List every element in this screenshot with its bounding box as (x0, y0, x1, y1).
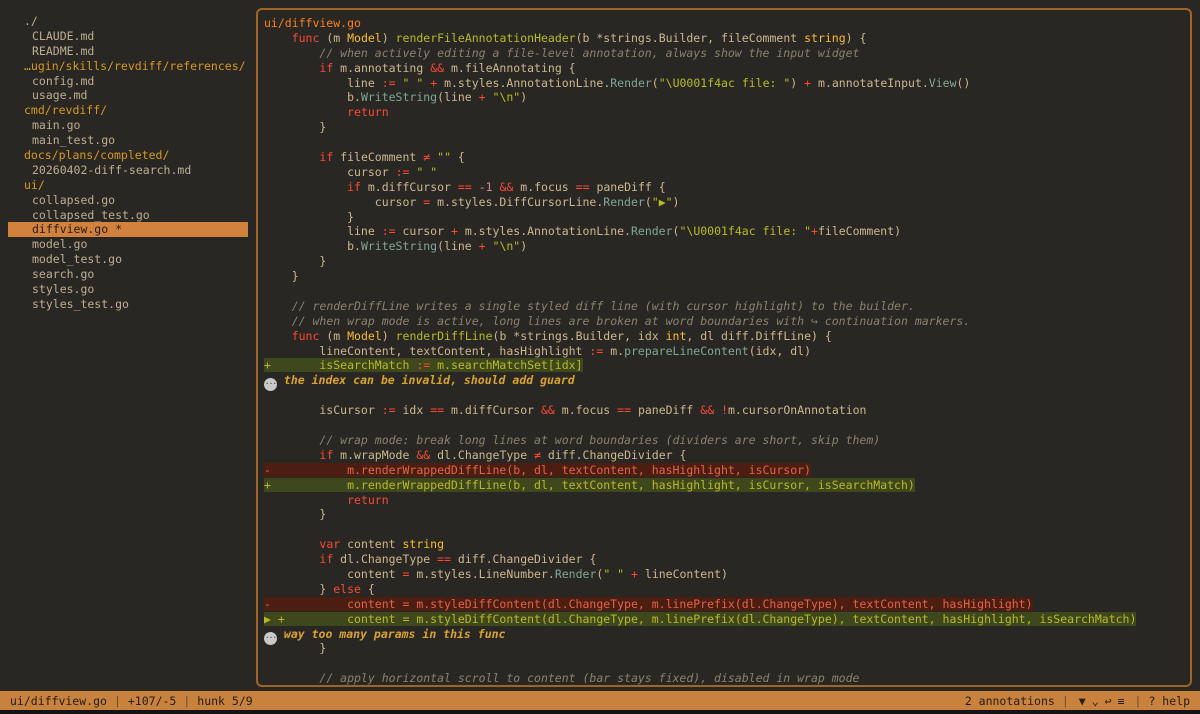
file-tree-item[interactable]: ./ (8, 14, 248, 29)
main-area: ./CLAUDE.mdREADME.md…ugin/skills/revdiff… (0, 0, 1200, 691)
annotation-text: the index can be invalid, should add gua… (277, 373, 575, 387)
code-line-blank (264, 135, 1186, 150)
code-line-blank (264, 656, 1186, 671)
status-annotation-count: 2 annotations (965, 694, 1055, 708)
status-right: 2 annotations | ▼ ⌄ ↩ ≡ | ? help (965, 694, 1190, 708)
file-tree-item[interactable]: collapsed.go (8, 193, 248, 208)
code-line: cursor = m.styles.DiffCursorLine.Render(… (264, 195, 1186, 210)
code-line: cursor := " " (264, 165, 1186, 180)
code-line: var content string (264, 537, 1186, 552)
added-line-highlight: + m.renderWrappedDiffLine(b, dl, textCon… (264, 478, 915, 492)
status-separator: | (1135, 694, 1142, 708)
code-line: return (264, 493, 1186, 508)
code-line: if fileComment ≠ "" { (264, 150, 1186, 165)
file-tree-item[interactable]: collapsed_test.go (8, 208, 248, 223)
status-left: ui/diffview.go | +107/-5 | hunk 5/9 (10, 694, 253, 708)
file-tree-item[interactable]: search.go (8, 267, 248, 282)
annotation-text: way too many params in this func (277, 627, 505, 641)
status-separator: | (1062, 694, 1069, 708)
code-view: ui/diffview.go func (m Model) renderFile… (264, 16, 1186, 686)
code-line: } (264, 210, 1186, 225)
code-line-blank (264, 284, 1186, 299)
code-line-blank (264, 522, 1186, 537)
removed-line-highlight: - content = m.styleDiffContent(dl.Change… (264, 597, 1033, 611)
revdiff-app: ./CLAUDE.mdREADME.md…ugin/skills/revdiff… (0, 0, 1200, 714)
code-line: // apply horizontal scroll to content (b… (264, 671, 1186, 686)
scroll-down-icon: ▼ (1079, 694, 1086, 708)
code-line: // wrap mode: break long lines at word b… (264, 433, 1186, 448)
file-tree-item-selected[interactable]: diffview.go * (8, 222, 248, 237)
diff-line-added: + isSearchMatch := m.searchMatchSet[idx] (264, 358, 1186, 373)
diff-line-removed: - m.renderWrappedDiffLine(b, dl, textCon… (264, 463, 1186, 478)
file-tree-item[interactable]: main_test.go (8, 133, 248, 148)
diff-pane[interactable]: ui/diffview.go func (m Model) renderFile… (256, 8, 1192, 687)
code-line: // renderDiffLine writes a single styled… (264, 299, 1186, 314)
code-line: ui/diffview.go (264, 16, 1186, 31)
file-tree-item[interactable]: docs/plans/completed/ (8, 148, 248, 163)
code-line: b.WriteString(line + "\n") (264, 90, 1186, 105)
status-help-hint[interactable]: ? help (1148, 694, 1190, 708)
code-line: if m.diffCursor == -1 && m.focus == pane… (264, 180, 1186, 195)
code-line: } (264, 254, 1186, 269)
list-mode-icon: ≡ (1118, 694, 1125, 708)
code-line-blank (264, 388, 1186, 403)
code-line: } else { (264, 582, 1186, 597)
file-tree-item[interactable]: ui/ (8, 178, 248, 193)
file-tree: ./CLAUDE.mdREADME.md…ugin/skills/revdiff… (8, 8, 248, 687)
code-line: line := cursor + m.styles.AnnotationLine… (264, 224, 1186, 239)
code-line: isCursor := idx == m.diffCursor && m.foc… (264, 403, 1186, 418)
code-line: if m.annotating && m.fileAnnotating { (264, 61, 1186, 76)
file-tree-item[interactable]: cmd/revdiff/ (8, 103, 248, 118)
code-line: if m.wrapMode && dl.ChangeType ≠ diff.Ch… (264, 448, 1186, 463)
file-tree-item[interactable]: …ugin/skills/revdiff/references/ (8, 59, 248, 74)
file-tree-item[interactable]: config.md (8, 74, 248, 89)
file-tree-item[interactable]: model.go (8, 237, 248, 252)
code-line: return (264, 105, 1186, 120)
file-tree-item[interactable]: CLAUDE.md (8, 29, 248, 44)
code-line: } (264, 641, 1186, 656)
diff-line-added: + m.renderWrappedDiffLine(b, dl, textCon… (264, 478, 1186, 493)
file-tree-item[interactable]: model_test.go (8, 252, 248, 267)
file-tree-item[interactable]: styles.go (8, 282, 248, 297)
status-bar: ui/diffview.go | +107/-5 | hunk 5/9 2 an… (0, 691, 1200, 710)
diff-line-removed: - content = m.styleDiffContent(dl.Change… (264, 597, 1186, 612)
status-hunk-position: hunk 5/9 (197, 694, 252, 708)
code-line: } (264, 120, 1186, 135)
diff-line-added: ▶ + content = m.styleDiffContent(dl.Chan… (264, 612, 1186, 627)
status-diff-stats: +107/-5 (128, 694, 176, 708)
code-line: func (m Model) renderFileAnnotationHeade… (264, 31, 1186, 46)
status-separator: | (183, 694, 190, 708)
added-line-highlight: ▶ + content = m.styleDiffContent(dl.Chan… (264, 612, 1136, 626)
code-line: } (264, 507, 1186, 522)
code-line: line := " " + m.styles.AnnotationLine.Re… (264, 76, 1186, 91)
added-line-highlight: + isSearchMatch := m.searchMatchSet[idx] (264, 358, 583, 372)
code-line: func (m Model) renderDiffLine(b *strings… (264, 329, 1186, 344)
wrap-mode-icon: ↩ (1105, 694, 1112, 708)
file-tree-item[interactable]: main.go (8, 118, 248, 133)
code-line: // when wrap mode is active, long lines … (264, 314, 1186, 329)
removed-line-highlight: - m.renderWrappedDiffLine(b, dl, textCon… (264, 463, 811, 477)
code-line: b.WriteString(line + "\n") (264, 239, 1186, 254)
code-line: } (264, 269, 1186, 284)
code-line: content = m.styles.LineNumber.Render(" "… (264, 567, 1186, 582)
file-tree-item[interactable]: styles_test.go (8, 297, 248, 312)
collapse-icon: ⌄ (1092, 694, 1099, 708)
file-tree-item[interactable]: 20260402-diff-search.md (8, 163, 248, 178)
annotation-line: ··· the index can be invalid, should add… (264, 373, 1186, 388)
file-tree-item[interactable]: README.md (8, 44, 248, 59)
code-line-blank (264, 418, 1186, 433)
status-separator: | (114, 694, 121, 708)
code-line: lineContent, textContent, hasHighlight :… (264, 344, 1186, 359)
annotation-line: ··· way too many params in this func (264, 627, 1186, 642)
window-bottom-edge (0, 710, 1200, 714)
file-tree-item[interactable]: usage.md (8, 88, 248, 103)
code-line: if dl.ChangeType == diff.ChangeDivider { (264, 552, 1186, 567)
status-file-name: ui/diffview.go (10, 694, 107, 708)
cursor-arrow-icon: ▶ (264, 612, 271, 626)
code-line: // when actively editing a file-level an… (264, 46, 1186, 61)
